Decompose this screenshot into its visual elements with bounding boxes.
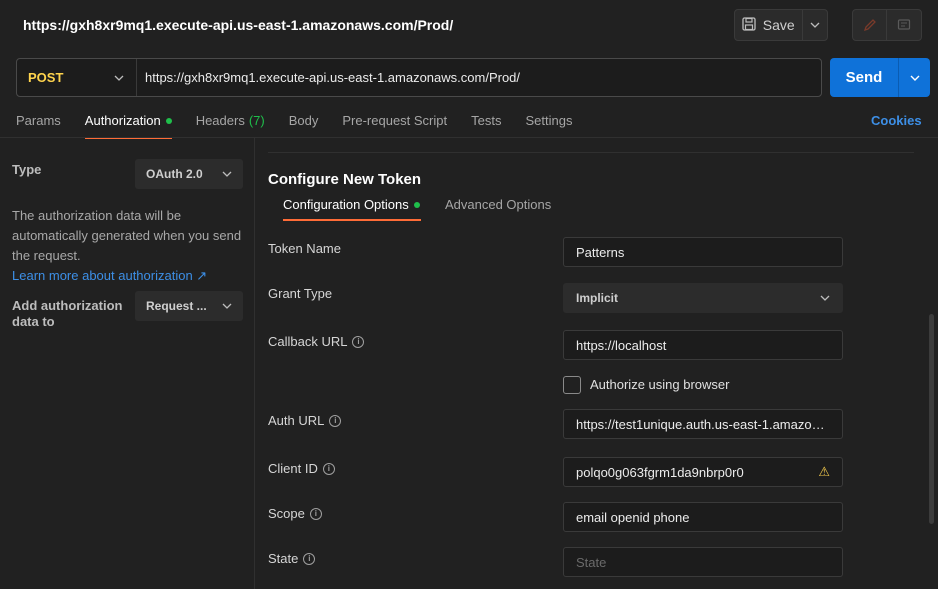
callback-url-label: Callback URL i [268,334,365,349]
tab-authorization[interactable]: Authorization [84,113,172,139]
scope-input[interactable]: email openid phone [563,502,843,532]
tab-label: Params [16,113,61,128]
send-options-button[interactable] [898,58,930,97]
client-id-value: polqo0g063fgrm1da9nbrp0r0 [576,464,744,480]
save-button-group: Save [734,9,828,41]
edit-button[interactable] [853,10,888,40]
tab-params[interactable]: Params [16,113,61,138]
token-name-input[interactable]: Patterns [563,237,843,267]
view-mode-group [852,9,922,41]
floppy-disk-icon [742,16,756,34]
headers-count: (7) [248,113,265,128]
auth-url-label: Auth URL i [268,413,342,428]
chevron-down-icon [810,22,820,28]
save-options-button[interactable] [801,10,827,40]
state-input[interactable]: State [563,547,843,577]
tab-label: Headers [195,113,245,128]
add-auth-to-select[interactable]: Request ... [135,291,243,321]
auth-url-value: https://test1unique.auth.us-east-1.amazo… [576,416,830,432]
send-button-group: Send [830,58,930,97]
field-label: Grant Type [268,286,333,301]
add-auth-to-label: Add authorization data to [12,298,123,329]
chevron-down-icon [820,295,830,301]
cookies-link[interactable]: Cookies [871,113,922,128]
chevron-down-icon [114,75,124,81]
chevron-down-icon [222,303,232,309]
active-dot [413,202,420,208]
warning-icon[interactable]: ⚠ [818,464,830,480]
panel-divider [254,138,255,589]
authorize-browser-label[interactable]: Authorize using browser [590,377,729,392]
client-id-input[interactable]: polqo0g063fgrm1da9nbrp0r0 ⚠ [563,457,843,487]
auth-type-label: Type [12,162,42,177]
chevron-down-icon [222,171,232,177]
request-bar: POST https://gxh8xr9mq1.execute-api.us-e… [16,58,822,97]
pencil-icon [863,19,876,32]
request-title[interactable]: https://gxh8xr9mq1.execute-api.us-east-1… [23,17,453,33]
tab-label: Tests [471,113,502,128]
scrollbar[interactable] [929,314,934,524]
save-label: Save [762,17,795,33]
tab-body[interactable]: Body [289,113,319,138]
learn-more-link[interactable]: Learn more about authorization ↗ [12,268,207,283]
info-icon[interactable]: i [352,335,365,348]
auth-description: The authorization data will be automatic… [12,206,247,286]
auth-type-select[interactable]: OAuth 2.0 [135,159,243,189]
client-id-label: Client ID i [268,461,335,476]
state-placeholder: State [576,554,607,570]
authorize-browser-checkbox[interactable] [563,376,581,394]
method-select[interactable]: POST [17,59,137,96]
tab-pre-request-script[interactable]: Pre-request Script [342,113,447,138]
field-label: Client ID [268,461,318,476]
field-label: Token Name [268,241,341,256]
tab-label: Authorization [84,113,161,128]
field-label: Auth URL [268,413,325,428]
tab-headers[interactable]: Headers (7) [196,113,265,138]
tab-configuration-options[interactable]: Configuration Options [283,197,420,221]
grant-type-label: Grant Type [268,286,332,301]
tab-tests[interactable]: Tests [471,113,501,138]
info-icon[interactable]: i [309,507,322,520]
info-icon[interactable]: i [322,462,335,475]
subtab-label: Configuration Options [283,197,409,212]
comment-button[interactable] [887,10,921,40]
tab-settings[interactable]: Settings [525,113,572,138]
tab-label: Body [288,113,319,128]
add-auth-to-value: Request ... [146,299,207,313]
divider [268,152,914,153]
configure-token-title: Configure New Token [268,171,422,188]
request-tabs: Params Authorization Headers (7) Body Pre… [16,113,596,139]
tab-label: Pre-request Script [342,113,448,128]
grant-type-select[interactable]: Implicit [563,283,843,313]
auth-url-input[interactable]: https://test1unique.auth.us-east-1.amazo… [563,409,843,439]
callback-url-input[interactable]: https://localhost [563,330,843,360]
tab-advanced-options[interactable]: Advanced Options [445,197,551,221]
auth-type-value: OAuth 2.0 [146,167,203,181]
subtab-underline [283,219,421,221]
field-label: State [268,551,299,566]
token-name-label: Token Name [268,241,341,256]
save-button[interactable]: Save [735,10,802,40]
subtab-label: Advanced Options [445,197,552,212]
method-label: POST [28,70,64,85]
auth-description-text: The authorization data will be automatic… [12,208,242,263]
field-label: Scope [268,506,305,521]
divider [0,137,938,138]
info-icon[interactable]: i [303,552,316,565]
field-label: Callback URL [268,334,348,349]
grant-type-value: Implicit [576,291,619,305]
comment-icon [897,19,911,30]
active-dot [165,118,172,124]
scope-label: Scope i [268,506,322,521]
state-label: State i [268,551,316,566]
info-icon[interactable]: i [329,414,342,427]
send-button[interactable]: Send [830,58,898,97]
tab-label: Settings [525,113,573,128]
chevron-down-icon [910,75,919,81]
url-input[interactable]: https://gxh8xr9mq1.execute-api.us-east-1… [137,70,520,85]
